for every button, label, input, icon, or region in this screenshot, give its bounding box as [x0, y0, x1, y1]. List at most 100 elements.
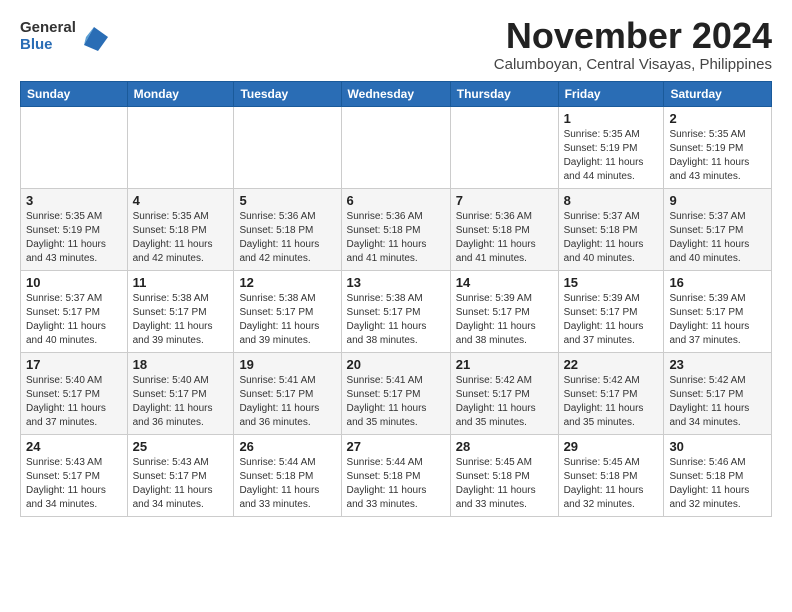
day-info: Sunrise: 5:42 AMSunset: 5:17 PMDaylight:… — [564, 374, 659, 430]
calendar-cell: 28 Sunrise: 5:45 AMSunset: 5:18 PMDayligh… — [450, 434, 558, 516]
day-info: Sunrise: 5:45 AMSunset: 5:18 PMDaylight:… — [456, 456, 553, 512]
calendar-cell: 2 Sunrise: 5:35 AMSunset: 5:19 PMDaylight… — [664, 106, 772, 188]
calendar-cell: 4Sunrise: 5:35 AMSunset: 5:18 PMDaylight… — [127, 188, 234, 270]
calendar-week-5: 24 Sunrise: 5:43 AMSunset: 5:17 PMDayligh… — [21, 434, 772, 516]
day-number: 17 — [26, 357, 122, 372]
calendar-cell: 27 Sunrise: 5:44 AMSunset: 5:18 PMDayligh… — [341, 434, 450, 516]
calendar-cell: 10 Sunrise: 5:37 AMSunset: 5:17 PMDayligh… — [21, 270, 128, 352]
day-number: 30 — [669, 439, 766, 454]
calendar-cell: 8Sunrise: 5:37 AMSunset: 5:18 PMDaylight… — [558, 188, 664, 270]
calendar-cell — [450, 106, 558, 188]
day-number: 23 — [669, 357, 766, 372]
calendar-cell: 12 Sunrise: 5:38 AMSunset: 5:17 PMDayligh… — [234, 270, 341, 352]
calendar-cell: 30 Sunrise: 5:46 AMSunset: 5:18 PMDayligh… — [664, 434, 772, 516]
logo-blue: Blue — [20, 37, 76, 54]
day-number: 26 — [239, 439, 335, 454]
title-block: November 2024 Calumboyan, Central Visaya… — [494, 16, 772, 73]
calendar-cell: 14Sunrise: 5:39 AMSunset: 5:17 PMDayligh… — [450, 270, 558, 352]
calendar-cell: 13 Sunrise: 5:38 AMSunset: 5:17 PMDayligh… — [341, 270, 450, 352]
day-info: Sunrise: 5:35 AMSunset: 5:19 PMDaylight:… — [26, 210, 122, 266]
calendar-cell: 11 Sunrise: 5:38 AMSunset: 5:17 PMDayligh… — [127, 270, 234, 352]
calendar-cell: 16Sunrise: 5:39 AMSunset: 5:17 PMDayligh… — [664, 270, 772, 352]
day-number: 1 — [564, 111, 659, 126]
calendar-cell — [127, 106, 234, 188]
calendar-header: SundayMondayTuesdayWednesdayThursdayFrid… — [21, 81, 772, 106]
calendar-cell: 22 Sunrise: 5:42 AMSunset: 5:17 PMDayligh… — [558, 352, 664, 434]
weekday-sunday: Sunday — [21, 81, 128, 106]
calendar-cell: 17 Sunrise: 5:40 AMSunset: 5:17 PMDayligh… — [21, 352, 128, 434]
calendar-cell — [234, 106, 341, 188]
day-number: 11 — [133, 275, 229, 290]
calendar-cell — [341, 106, 450, 188]
day-number: 5 — [239, 193, 335, 208]
day-info: Sunrise: 5:43 AMSunset: 5:17 PMDaylight:… — [26, 456, 122, 512]
day-info: Sunrise: 5:36 AMSunset: 5:18 PMDaylight:… — [239, 210, 335, 266]
day-info: Sunrise: 5:44 AMSunset: 5:18 PMDaylight:… — [239, 456, 335, 512]
day-number: 13 — [347, 275, 445, 290]
calendar-cell: 3 Sunrise: 5:35 AMSunset: 5:19 PMDaylight… — [21, 188, 128, 270]
day-number: 12 — [239, 275, 335, 290]
calendar-body: 1 Sunrise: 5:35 AMSunset: 5:19 PMDaylight… — [21, 106, 772, 516]
calendar-cell: 20 Sunrise: 5:41 AMSunset: 5:17 PMDayligh… — [341, 352, 450, 434]
day-info: Sunrise: 5:35 AMSunset: 5:19 PMDaylight:… — [564, 128, 659, 184]
calendar-week-2: 3 Sunrise: 5:35 AMSunset: 5:19 PMDaylight… — [21, 188, 772, 270]
calendar-cell: 15Sunrise: 5:39 AMSunset: 5:17 PMDayligh… — [558, 270, 664, 352]
weekday-thursday: Thursday — [450, 81, 558, 106]
day-info: Sunrise: 5:41 AMSunset: 5:17 PMDaylight:… — [239, 374, 335, 430]
day-info: Sunrise: 5:38 AMSunset: 5:17 PMDaylight:… — [239, 292, 335, 348]
calendar-week-1: 1 Sunrise: 5:35 AMSunset: 5:19 PMDaylight… — [21, 106, 772, 188]
day-number: 6 — [347, 193, 445, 208]
day-number: 3 — [26, 193, 122, 208]
day-number: 4 — [133, 193, 229, 208]
calendar-week-3: 10 Sunrise: 5:37 AMSunset: 5:17 PMDayligh… — [21, 270, 772, 352]
calendar-cell: 24 Sunrise: 5:43 AMSunset: 5:17 PMDayligh… — [21, 434, 128, 516]
day-info: Sunrise: 5:43 AMSunset: 5:17 PMDaylight:… — [133, 456, 229, 512]
day-number: 19 — [239, 357, 335, 372]
day-info: Sunrise: 5:45 AMSunset: 5:18 PMDaylight:… — [564, 456, 659, 512]
calendar-table: SundayMondayTuesdayWednesdayThursdayFrid… — [20, 81, 772, 517]
day-number: 28 — [456, 439, 553, 454]
day-number: 22 — [564, 357, 659, 372]
day-number: 27 — [347, 439, 445, 454]
calendar-cell: 6Sunrise: 5:36 AMSunset: 5:18 PMDaylight… — [341, 188, 450, 270]
day-info: Sunrise: 5:38 AMSunset: 5:17 PMDaylight:… — [347, 292, 445, 348]
logo-text: General Blue — [20, 20, 76, 53]
calendar-week-4: 17 Sunrise: 5:40 AMSunset: 5:17 PMDayligh… — [21, 352, 772, 434]
day-number: 10 — [26, 275, 122, 290]
day-number: 20 — [347, 357, 445, 372]
day-number: 2 — [669, 111, 766, 126]
day-info: Sunrise: 5:35 AMSunset: 5:19 PMDaylight:… — [669, 128, 766, 184]
day-number: 21 — [456, 357, 553, 372]
calendar-cell: 25 Sunrise: 5:43 AMSunset: 5:17 PMDayligh… — [127, 434, 234, 516]
day-info: Sunrise: 5:42 AMSunset: 5:17 PMDaylight:… — [669, 374, 766, 430]
day-number: 25 — [133, 439, 229, 454]
logo-general: General — [20, 20, 76, 37]
day-number: 24 — [26, 439, 122, 454]
calendar-cell: 18Sunrise: 5:40 AMSunset: 5:17 PMDayligh… — [127, 352, 234, 434]
day-info: Sunrise: 5:41 AMSunset: 5:17 PMDaylight:… — [347, 374, 445, 430]
day-info: Sunrise: 5:36 AMSunset: 5:18 PMDaylight:… — [456, 210, 553, 266]
day-number: 18 — [133, 357, 229, 372]
weekday-tuesday: Tuesday — [234, 81, 341, 106]
day-info: Sunrise: 5:37 AMSunset: 5:17 PMDaylight:… — [26, 292, 122, 348]
calendar-cell: 5 Sunrise: 5:36 AMSunset: 5:18 PMDaylight… — [234, 188, 341, 270]
day-info: Sunrise: 5:37 AMSunset: 5:18 PMDaylight:… — [564, 210, 659, 266]
logo-icon — [80, 23, 108, 51]
day-info: Sunrise: 5:44 AMSunset: 5:18 PMDaylight:… — [347, 456, 445, 512]
day-number: 7 — [456, 193, 553, 208]
weekday-header-row: SundayMondayTuesdayWednesdayThursdayFrid… — [21, 81, 772, 106]
month-title: November 2024 — [494, 16, 772, 56]
day-info: Sunrise: 5:38 AMSunset: 5:17 PMDaylight:… — [133, 292, 229, 348]
page-container: General Blue November 2024 Calumboyan, C… — [0, 0, 792, 527]
day-info: Sunrise: 5:39 AMSunset: 5:17 PMDaylight:… — [564, 292, 659, 348]
day-info: Sunrise: 5:46 AMSunset: 5:18 PMDaylight:… — [669, 456, 766, 512]
calendar-cell: 9Sunrise: 5:37 AMSunset: 5:17 PMDaylight… — [664, 188, 772, 270]
day-info: Sunrise: 5:39 AMSunset: 5:17 PMDaylight:… — [669, 292, 766, 348]
calendar-cell: 1 Sunrise: 5:35 AMSunset: 5:19 PMDaylight… — [558, 106, 664, 188]
calendar-cell: 23 Sunrise: 5:42 AMSunset: 5:17 PMDayligh… — [664, 352, 772, 434]
weekday-friday: Friday — [558, 81, 664, 106]
day-number: 9 — [669, 193, 766, 208]
day-number: 29 — [564, 439, 659, 454]
calendar-cell: 29 Sunrise: 5:45 AMSunset: 5:18 PMDayligh… — [558, 434, 664, 516]
day-info: Sunrise: 5:40 AMSunset: 5:17 PMDaylight:… — [26, 374, 122, 430]
